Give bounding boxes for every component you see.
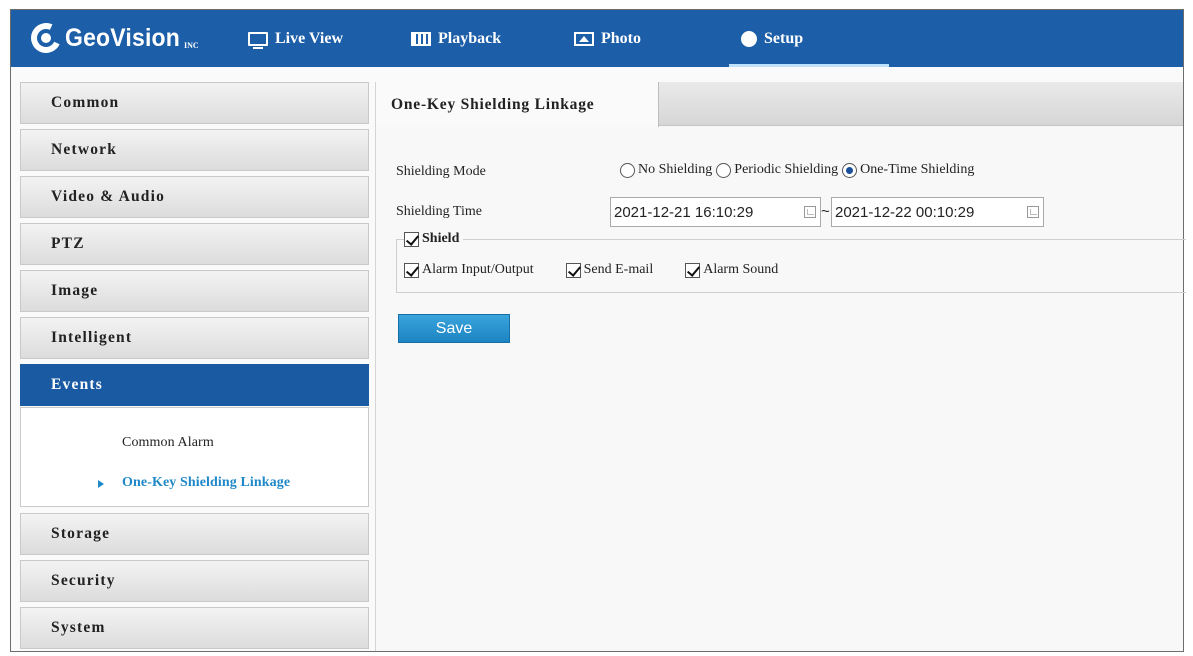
nav-photo[interactable]: Photo (574, 10, 641, 67)
calendar-icon[interactable] (1027, 206, 1039, 218)
shielding-time-label: Shielding Time (396, 204, 482, 219)
monitor-icon (248, 31, 268, 49)
selected-arrow-icon (98, 480, 104, 488)
alarm-input-output-checkbox[interactable]: Alarm Input/Output (404, 262, 534, 278)
tab-one-key-shielding-linkage[interactable]: One-Key Shielding Linkage (376, 82, 659, 127)
save-button[interactable]: Save (398, 314, 510, 343)
sidebar-item-video-audio[interactable]: Video & Audio (20, 176, 369, 218)
gear-icon (741, 30, 757, 47)
radio-label: Periodic Shielding (734, 162, 839, 177)
submenu-one-key-shielding-linkage[interactable]: One-Key Shielding Linkage (122, 475, 290, 491)
sidebar-item-label: Network (51, 141, 118, 158)
start-time-value: 2021-12-21 16:10:29 (614, 203, 754, 221)
sidebar-item-intelligent[interactable]: Intelligent (20, 317, 369, 359)
sidebar-item-label: Security (51, 572, 116, 589)
sidebar-item-label: Intelligent (51, 329, 133, 346)
radio-one-time-shielding[interactable]: One-Time Shielding (842, 162, 974, 178)
radio-circle (716, 162, 732, 178)
shielding-start-time-input[interactable]: 2021-12-21 16:10:29 (610, 197, 821, 227)
shield-checkbox-label: Shield (422, 231, 460, 246)
brand-name: GeoVision (65, 23, 180, 52)
photo-icon (574, 31, 594, 46)
nav-photo-label: Photo (601, 29, 641, 47)
checkbox-label: Send E-mail (583, 262, 654, 277)
geovision-logo-icon (26, 18, 66, 58)
shielding-end-time-input[interactable]: 2021-12-22 00:10:29 (831, 197, 1044, 227)
sidebar-item-label: PTZ (51, 235, 85, 252)
radio-label: No Shielding (638, 162, 713, 177)
shielding-mode-radio-group: No Shielding Periodic Shielding One-Time… (620, 162, 978, 178)
radio-circle (620, 162, 635, 178)
nav-live-view-label: Live View (275, 29, 343, 47)
sidebar-item-common[interactable]: Common (20, 82, 369, 124)
tab-bar: One-Key Shielding Linkage (376, 82, 1183, 127)
events-submenu (20, 407, 369, 507)
sidebar-item-label: Common (51, 94, 120, 111)
sidebar-item-label: Events (51, 376, 103, 393)
sidebar-item-system[interactable]: System (20, 607, 369, 649)
brand-tm: INC (183, 40, 199, 50)
sidebar-item-label: Video & Audio (51, 188, 166, 205)
sidebar-item-events[interactable]: Events (20, 364, 369, 406)
shielding-mode-label: Shielding Mode (396, 164, 486, 179)
checkbox-checked-icon (404, 231, 419, 247)
shield-options-row: Alarm Input/Output Send E-mail Alarm Sou… (404, 262, 778, 278)
radio-periodic-shielding[interactable]: Periodic Shielding (716, 162, 838, 178)
shield-checkbox[interactable]: Shield (404, 231, 464, 247)
sidebar-item-storage[interactable]: Storage (20, 513, 369, 555)
radio-circle-selected (842, 162, 858, 178)
alarm-sound-checkbox[interactable]: Alarm Sound (685, 262, 778, 278)
sidebar-item-image[interactable]: Image (20, 270, 369, 312)
sidebar-item-network[interactable]: Network (20, 129, 369, 171)
top-navigation-bar: GeoVision INC Live View Playback Photo S… (11, 10, 1183, 67)
geovision-logo: GeoVision INC (26, 14, 199, 62)
nav-playback[interactable]: Playback (411, 10, 501, 67)
end-time-value: 2021-12-22 00:10:29 (835, 203, 975, 221)
nav-setup-label: Setup (764, 29, 804, 47)
content-panel: One-Key Shielding Linkage Shielding Mode… (375, 82, 1186, 651)
time-range-separator: ~ (821, 203, 830, 220)
sidebar-item-label: Storage (51, 525, 111, 542)
sidebar-item-security[interactable]: Security (20, 560, 369, 602)
submenu-common-alarm[interactable]: Common Alarm (122, 435, 214, 451)
send-email-checkbox[interactable]: Send E-mail (565, 262, 654, 278)
calendar-icon[interactable] (804, 206, 816, 218)
checkbox-checked-icon (404, 262, 419, 278)
sidebar-item-label: Image (51, 282, 99, 299)
playback-icon (411, 31, 431, 46)
checkbox-label: Alarm Sound (703, 262, 779, 277)
checkbox-label: Alarm Input/Output (422, 262, 534, 277)
nav-live-view[interactable]: Live View (248, 10, 343, 67)
radio-label: One-Time Shielding (860, 162, 975, 177)
nav-setup[interactable]: Setup (729, 10, 889, 67)
nav-playback-label: Playback (438, 29, 502, 47)
sidebar-item-label: System (51, 619, 106, 636)
checkbox-checked-icon (685, 262, 701, 278)
radio-no-shielding[interactable]: No Shielding (620, 162, 712, 178)
checkbox-checked-icon (565, 262, 581, 278)
sidebar-item-ptz[interactable]: PTZ (20, 223, 369, 265)
